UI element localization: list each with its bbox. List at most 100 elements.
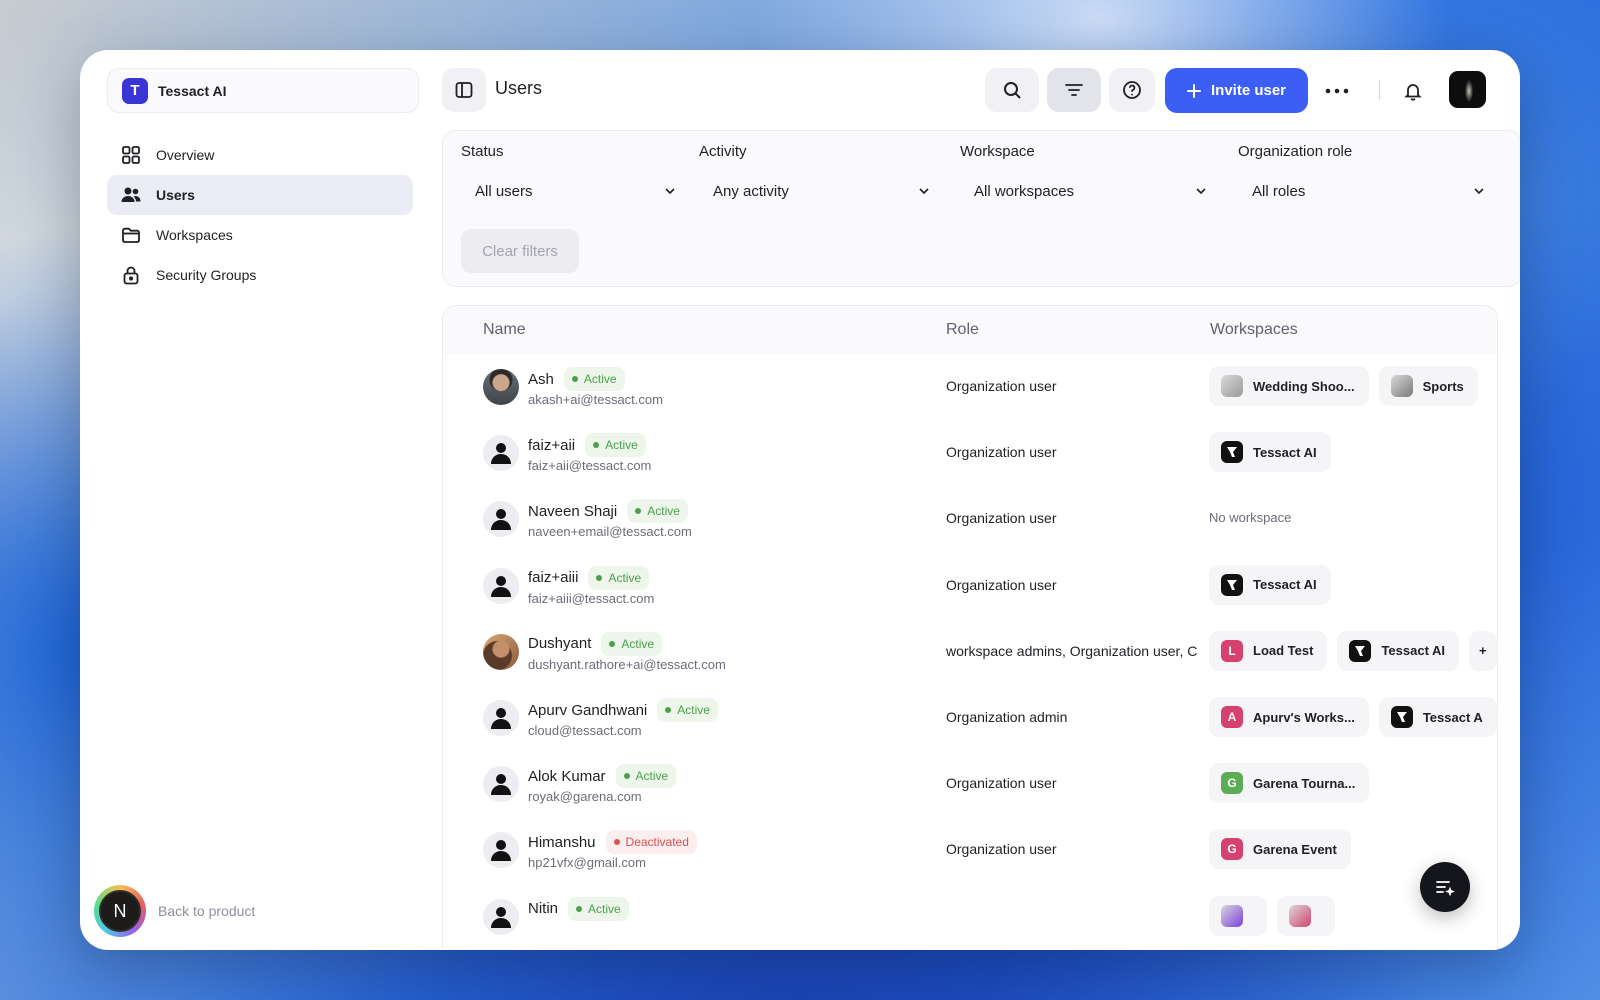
- workspace-chips: Tessact AI: [1209, 564, 1331, 605]
- invite-user-button[interactable]: Invite user: [1165, 68, 1308, 113]
- workspace-chip-label: Tessact AI: [1253, 577, 1317, 593]
- person-icon: [491, 906, 511, 928]
- user-name: faiz+aii: [528, 436, 576, 454]
- user-name-cell: Alok Kumar Active: [528, 764, 677, 789]
- workspace-chip[interactable]: [1209, 895, 1267, 936]
- status-dot: [576, 905, 583, 912]
- workspace-chip[interactable]: Tessact AI: [1209, 564, 1331, 605]
- workspace-chip[interactable]: L Load Test: [1209, 630, 1328, 671]
- table-row[interactable]: faiz+aii Active faiz+aii@tessact.com Organi…: [443, 420, 1497, 487]
- tessact-logo-icon: [1396, 712, 1407, 722]
- avatar: [483, 567, 519, 604]
- workspace-chip-label: Garena Tourna...: [1253, 775, 1356, 791]
- person-icon: [491, 575, 511, 597]
- app-window: T Tessact AI Overview Users Workspaces S…: [80, 50, 1520, 950]
- filter-icon: [1065, 84, 1083, 96]
- user-email: royak@garena.com: [528, 789, 642, 805]
- user-name-cell: Dushyant Active: [528, 631, 663, 656]
- bell-icon: [1404, 84, 1422, 101]
- workspace-chips: A Apurv's Works... Tessact A: [1209, 697, 1497, 737]
- status-badge: Deactivated: [605, 830, 697, 855]
- workspace-chip-label: Tessact A: [1422, 709, 1483, 725]
- back-to-product[interactable]: N Back to product: [94, 885, 255, 937]
- workspace-thumbnail-icon: [1221, 375, 1243, 397]
- status-badge: Active: [588, 565, 650, 590]
- chevron-down-icon: [1196, 188, 1206, 195]
- org-role-select[interactable]: All roles: [1238, 171, 1500, 211]
- more-horizontal-icon: [1325, 88, 1349, 94]
- org-switcher[interactable]: T Tessact AI: [107, 68, 419, 113]
- chevron-down-icon: [1474, 188, 1484, 195]
- filter-button[interactable]: [1047, 68, 1101, 112]
- org-role-filter-label: Organization role: [1238, 143, 1353, 160]
- status-badge: Active: [627, 499, 688, 524]
- table-row[interactable]: Nitin Active: [443, 884, 1497, 950]
- table-row[interactable]: Dushyant Active dushyant.rathore+ai@tessac…: [443, 619, 1497, 686]
- workspace-chip[interactable]: G Garena Event: [1209, 829, 1351, 870]
- user-name-cell: Naveen Shaji Active: [528, 499, 688, 524]
- avatar: [483, 766, 519, 803]
- activity-filter-label: Activity: [699, 143, 747, 160]
- plus-icon: [1186, 83, 1201, 98]
- user-avatar[interactable]: [1449, 71, 1486, 108]
- column-header-role[interactable]: Role: [946, 321, 979, 339]
- activity-filter: Activity Any activity: [699, 143, 945, 211]
- search-button[interactable]: [985, 68, 1039, 112]
- workspace-chip[interactable]: A Apurv's Works...: [1209, 697, 1369, 737]
- assistant-fab-button[interactable]: [1420, 862, 1470, 912]
- table-row[interactable]: Naveen Shaji Active naveen+email@tessact.c…: [443, 486, 1497, 553]
- workspace-chips: Wedding Shoo... Sports: [1209, 366, 1478, 406]
- user-name-cell: faiz+aiii Active: [528, 565, 650, 590]
- activity-select[interactable]: Any activity: [699, 171, 945, 211]
- status-select[interactable]: All users: [461, 171, 691, 211]
- workspace-chips: G Garena Tourna...: [1209, 763, 1370, 804]
- workspace-chip-label: Load Test: [1253, 643, 1314, 659]
- help-button[interactable]: [1109, 68, 1155, 112]
- more-workspaces-chip[interactable]: +: [1469, 630, 1497, 671]
- sidebar-item-security-groups[interactable]: Security Groups: [107, 255, 413, 295]
- workspace-chip[interactable]: [1277, 895, 1335, 936]
- status-badge-label: Active: [677, 703, 710, 717]
- status-badge-label: Active: [647, 504, 680, 519]
- workspace-select[interactable]: All workspaces: [960, 171, 1222, 211]
- table-row[interactable]: Alok Kumar Active royak@garena.com Organiza…: [443, 751, 1497, 818]
- workspace-chip[interactable]: Sports: [1378, 366, 1478, 406]
- person-icon: [491, 774, 511, 796]
- table-row[interactable]: faiz+aiii Active faiz+aiii@tessact.com Orga…: [443, 553, 1497, 620]
- workspace-chip[interactable]: Wedding Shoo...: [1209, 366, 1369, 406]
- tessact-logo-icon: [1227, 447, 1237, 458]
- table-row[interactable]: Ash Active akash+ai@tessact.com Organizatio…: [443, 354, 1497, 421]
- workspace-letter-icon: L: [1221, 639, 1243, 662]
- workspace-chip[interactable]: Tessact AI: [1337, 630, 1460, 671]
- status-badge: Active: [657, 698, 718, 722]
- avatar: [483, 633, 519, 670]
- table-row[interactable]: Apurv Gandhwani Active cloud@tessact.com Or…: [443, 685, 1497, 752]
- more-options-button[interactable]: [1320, 74, 1354, 108]
- table-row[interactable]: Himanshu Deactivated hp21vfx@gmail.com Orga…: [443, 817, 1497, 884]
- workspace-filter: Workspace All workspaces: [960, 143, 1222, 211]
- org-role-select-value: All roles: [1252, 182, 1306, 200]
- workspace-chip[interactable]: Tessact AI: [1209, 432, 1331, 473]
- sidebar-item-workspaces[interactable]: Workspaces: [107, 215, 413, 255]
- tessact-workspace-icon: [1221, 573, 1243, 596]
- workspace-chip[interactable]: G Garena Tourna...: [1209, 763, 1370, 804]
- status-dot: [665, 707, 672, 713]
- sidebar-item-overview[interactable]: Overview: [107, 135, 413, 175]
- clear-filters-button[interactable]: Clear filters: [461, 229, 579, 273]
- search-icon: [1004, 82, 1021, 99]
- column-header-workspaces[interactable]: Workspaces: [1210, 321, 1298, 339]
- user-name: Himanshu: [528, 833, 596, 851]
- user-role: Organization user: [946, 378, 1057, 394]
- person-icon: [491, 708, 511, 729]
- tessact-workspace-icon: [1390, 706, 1413, 728]
- column-header-name[interactable]: Name: [483, 321, 526, 339]
- filters-panel: Status All users Activity Any activity W…: [442, 130, 1520, 287]
- workspace-chip[interactable]: Tessact A: [1378, 697, 1497, 737]
- sidebar-toggle-button[interactable]: [442, 68, 486, 112]
- user-name: Dushyant: [528, 635, 592, 653]
- sidebar-item-label: Workspaces: [156, 227, 233, 243]
- workspace-chip-label: Apurv's Works...: [1253, 709, 1355, 725]
- sidebar-item-users[interactable]: Users: [107, 175, 413, 215]
- workspace-letter-icon: G: [1221, 772, 1243, 795]
- notifications-button[interactable]: [1396, 74, 1430, 108]
